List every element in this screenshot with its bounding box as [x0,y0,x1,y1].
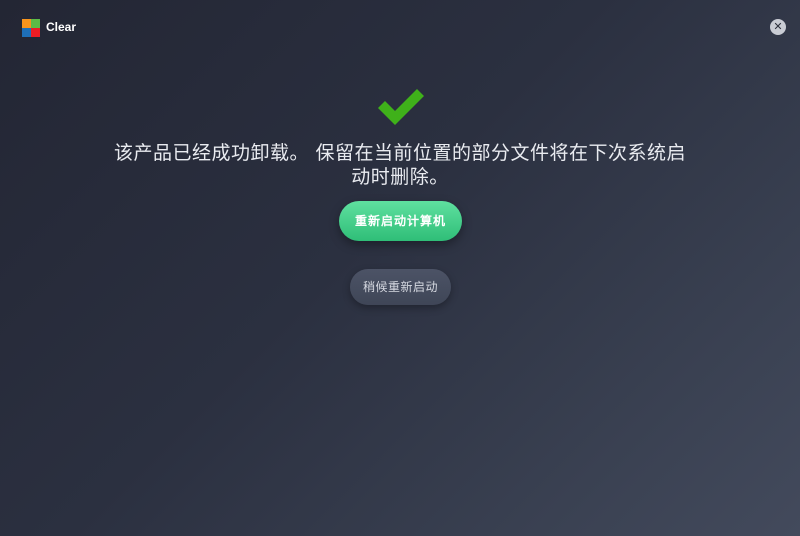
app-title: Clear [46,20,77,34]
uninstall-message: 该产品已经成功卸载。 保留在当前位置的部分文件将在下次系统启 动时删除。 [80,141,720,189]
logo-quadrant [22,19,31,28]
close-button[interactable]: ✕ [770,19,786,35]
logo-quadrant [22,28,31,37]
checkmark-shape [378,89,424,125]
restart-now-button[interactable]: 重新启动计算机 [339,201,462,241]
logo-quadrant [31,28,40,37]
title-bar: Clear ✕ [0,0,800,56]
logo-quadrant [31,19,40,28]
app-logo-icon [22,19,40,37]
message-line-2: 动时删除。 [351,166,449,188]
restart-later-button[interactable]: 稍候重新启动 [350,269,451,305]
message-line-1: 该产品已经成功卸载。 保留在当前位置的部分文件将在下次系统启 [113,142,687,164]
checkmark-icon [378,89,424,125]
